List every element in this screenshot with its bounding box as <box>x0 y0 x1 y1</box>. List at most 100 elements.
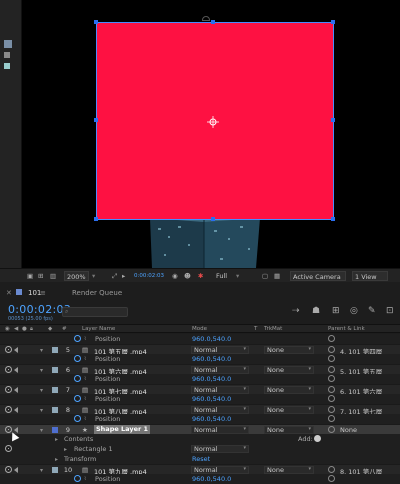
column-parent[interactable]: Parent & Link <box>328 326 365 332</box>
pickwhip-icon[interactable] <box>328 415 335 422</box>
parent-dropdown[interactable]: None <box>340 426 357 434</box>
mode-dropdown[interactable]: Normal ▾ <box>191 386 249 394</box>
transform-handle-mr[interactable] <box>331 118 335 122</box>
trkmat-dropdown[interactable]: None ▾ <box>264 366 314 374</box>
visibility-eye-icon[interactable] <box>5 346 12 353</box>
snapshot-icon[interactable]: ◉ <box>172 271 178 281</box>
stopwatch-icon[interactable] <box>74 475 81 482</box>
twirl-down-icon[interactable]: ▾ <box>40 427 43 434</box>
tab-render-queue[interactable]: Render Queue <box>72 289 122 297</box>
transform-handle-bl[interactable] <box>94 217 98 221</box>
layer-row[interactable]: ▾ 10 ▤ 101 第九層 .mp4 Normal ▾ None ▾ 8. 101 第八層 <box>0 464 400 476</box>
pickwhip-icon[interactable] <box>328 346 335 353</box>
property-row-position[interactable]: ⌇ Position 960.0,540.0 <box>0 394 400 404</box>
label-color-swatch[interactable] <box>52 407 58 413</box>
trkmat-dropdown[interactable]: None ▾ <box>264 406 314 414</box>
label-color-swatch[interactable] <box>52 427 58 433</box>
pickwhip-icon[interactable] <box>328 466 335 473</box>
motion-blur-icon[interactable]: ◎ <box>350 306 358 316</box>
twirl-right-icon[interactable]: ▸ <box>55 436 58 443</box>
mode-dropdown[interactable]: Normal ▾ <box>191 466 249 474</box>
column-mode[interactable]: Mode <box>192 326 207 332</box>
audio-speaker-icon[interactable] <box>14 387 18 393</box>
label-color-swatch[interactable] <box>52 387 58 393</box>
label-color-swatch[interactable] <box>52 467 58 473</box>
property-row-position[interactable]: ⌇ Position 960.0,540.0 <box>0 334 400 344</box>
transform-handle-br[interactable] <box>331 217 335 221</box>
label-color-swatch[interactable] <box>52 367 58 373</box>
mode-dropdown[interactable]: Normal ▾ <box>191 445 249 453</box>
color-channel-icon[interactable]: ✱ <box>198 271 203 281</box>
graph-editor-icon[interactable]: ✎ <box>368 306 376 316</box>
graph-icon[interactable]: ⌇ <box>84 396 86 402</box>
transform-handle-tr[interactable] <box>331 20 335 24</box>
zoom-dropdown[interactable]: 200% <box>64 271 89 281</box>
transform-handle-ml[interactable] <box>94 118 98 122</box>
label-color-swatch[interactable] <box>52 347 58 353</box>
property-row-position[interactable]: ⌇ Position 960.0,540.0 <box>0 354 400 364</box>
mode-dropdown[interactable]: Normal ▾ <box>191 346 249 354</box>
property-value[interactable]: 960.0,540.0 <box>192 475 231 483</box>
twirl-right-icon[interactable]: ▸ <box>55 456 58 463</box>
pickwhip-icon[interactable] <box>328 426 335 433</box>
trkmat-dropdown[interactable]: None ▾ <box>264 426 314 434</box>
graph-icon[interactable]: ⌇ <box>84 356 86 362</box>
reset-link[interactable]: Reset <box>192 455 210 463</box>
layer-row[interactable]: ▾ 5 ▤ 101 第五層 .mp4 Normal ▾ None ▾ 4. 101 第四層 <box>0 344 400 356</box>
stopwatch-icon[interactable] <box>74 355 81 362</box>
pickwhip-icon[interactable] <box>328 395 335 402</box>
viewer-timecode[interactable]: 0:00:02:03 <box>134 271 164 281</box>
property-row-position[interactable]: ⌇ Position 960.0,540.0 <box>0 374 400 384</box>
pickwhip-icon[interactable] <box>328 386 335 393</box>
transparency-grid-icon[interactable]: ▦ <box>274 271 280 281</box>
graph-icon[interactable]: ⌇ <box>84 476 86 482</box>
twirl-down-icon[interactable]: ▾ <box>40 467 43 474</box>
views-dropdown[interactable]: 1 View <box>352 271 388 281</box>
stopwatch-icon[interactable] <box>74 375 81 382</box>
fit-icon[interactable]: ⤢ <box>112 271 117 281</box>
property-group-row[interactable]: ▸ Transform Reset <box>0 454 400 464</box>
stopwatch-icon[interactable] <box>74 415 81 422</box>
close-tab-icon[interactable]: ✕ <box>6 289 12 297</box>
show-snapshot-icon[interactable]: ☻ <box>184 271 191 281</box>
folder-icon[interactable] <box>4 52 10 58</box>
twirl-down-icon[interactable]: ▾ <box>40 407 43 414</box>
property-value[interactable]: 960.0,540.0 <box>192 355 231 363</box>
trkmat-dropdown[interactable]: None ▾ <box>264 386 314 394</box>
add-button[interactable] <box>314 435 321 442</box>
pickwhip-icon[interactable] <box>328 475 335 482</box>
twirl-right-icon[interactable]: ▸ <box>64 446 67 453</box>
trkmat-dropdown[interactable]: None ▾ <box>264 346 314 354</box>
graph-icon[interactable]: ⌇ <box>84 336 86 342</box>
shy-layers-icon[interactable]: ☗ <box>312 306 320 316</box>
mode-dropdown[interactable]: Normal ▾ <box>191 366 249 374</box>
visibility-eye-icon[interactable] <box>5 366 12 373</box>
pickwhip-icon[interactable] <box>328 375 335 382</box>
property-group-row[interactable]: ▸ Contents Add: <box>0 434 400 444</box>
property-value[interactable]: 960.0,540.0 <box>192 335 231 343</box>
project-icon[interactable] <box>4 40 12 48</box>
mode-dropdown[interactable]: Normal ▾ <box>191 426 249 434</box>
property-row-position[interactable]: ⌇ Position 960.0,540.0 <box>0 414 400 424</box>
pickwhip-icon[interactable] <box>328 335 335 342</box>
transform-handle-tl[interactable] <box>94 20 98 24</box>
footage-icon[interactable] <box>4 63 10 69</box>
safe-zone-icon[interactable]: ▥ <box>50 271 56 281</box>
content-name[interactable]: Rectangle 1 <box>74 445 113 453</box>
visibility-eye-icon[interactable] <box>5 386 12 393</box>
visibility-eye-icon[interactable] <box>5 406 12 413</box>
layer-search-input[interactable]: ⌕ <box>62 307 128 317</box>
pickwhip-icon[interactable] <box>328 366 335 373</box>
column-trkmat[interactable]: TrkMat <box>264 326 282 332</box>
pickwhip-icon[interactable] <box>328 355 335 362</box>
comp-flowchart-icon[interactable]: ⊡ <box>386 306 394 316</box>
stopwatch-icon[interactable] <box>74 335 81 342</box>
shape-content-row[interactable]: ▸ Rectangle 1 Normal ▾ <box>0 444 400 454</box>
property-value[interactable]: 960.0,540.0 <box>192 395 231 403</box>
always-preview-icon[interactable]: ▣ <box>27 271 33 281</box>
graph-icon[interactable]: ⌇ <box>84 376 86 382</box>
stopwatch-icon[interactable] <box>74 395 81 402</box>
graph-icon[interactable]: ⌇ <box>84 416 86 422</box>
audio-speaker-icon[interactable] <box>14 347 18 353</box>
layer-row[interactable]: ▾ 8 ▤ 101 第八層 .mp4 Normal ▾ None ▾ 7. 101 第七層 <box>0 404 400 416</box>
